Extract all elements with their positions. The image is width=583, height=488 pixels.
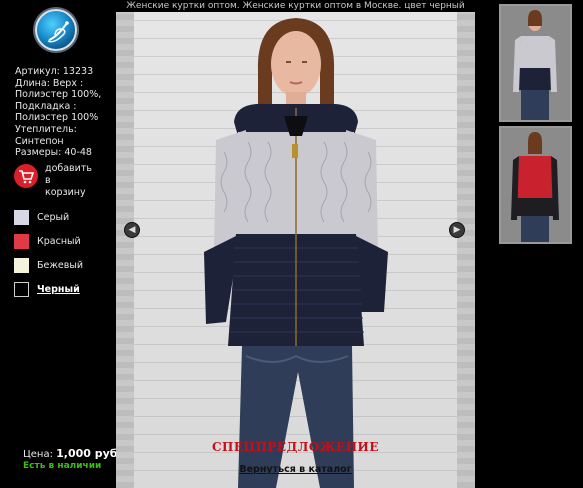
image-caption: Женские куртки оптом. Женские куртки опт… <box>126 1 465 11</box>
color-label: Красный <box>37 236 81 247</box>
size-range: Размеры: 40-48 <box>15 147 92 159</box>
previous-image-button[interactable]: ◀ <box>124 222 140 238</box>
article-number: Артикул: 13233 <box>15 66 94 77</box>
material-description: Длина: Верх : Полиэстер 100%, Подкладка … <box>15 77 102 124</box>
site-logo[interactable] <box>35 9 77 51</box>
color-options: Серый Красный Бежевый Черный <box>14 210 114 306</box>
thumbnail-grey[interactable] <box>499 4 572 122</box>
color-swatch <box>14 282 29 297</box>
chevron-right-icon: ▶ <box>453 225 461 235</box>
thumbnail-image <box>501 128 570 242</box>
color-swatch <box>14 234 29 249</box>
model-photo <box>204 18 388 488</box>
color-swatch <box>14 210 29 225</box>
color-label: Бежевый <box>37 260 84 271</box>
add-to-cart-label: добавить в корзину <box>45 163 92 198</box>
shopping-cart-icon <box>14 164 38 188</box>
add-to-cart-button[interactable]: добавить в корзину <box>14 163 114 203</box>
color-option-black[interactable]: Черный <box>14 282 114 306</box>
color-option-red[interactable]: Красный <box>14 234 114 258</box>
product-image-viewer[interactable]: ◀ ▶ СПЕЦПРЕДЛОЖЕНИЕ Вернуться в каталог <box>116 12 475 488</box>
chevron-left-icon: ◀ <box>128 225 136 235</box>
color-swatch <box>14 258 29 273</box>
product-info: Артикул: 13233 Длина: Верх : Полиэстер 1… <box>15 66 115 159</box>
color-option-grey[interactable]: Серый <box>14 210 114 234</box>
thumbnail-red[interactable] <box>499 126 572 244</box>
price-value: 1,000 руб. <box>56 447 122 460</box>
special-offer-label: СПЕЦПРЕДЛОЖЕНИЕ <box>211 440 380 454</box>
insulation: Утеплитель: Синтепон <box>15 123 77 147</box>
color-label: Серый <box>37 212 70 223</box>
color-option-beige[interactable]: Бежевый <box>14 258 114 282</box>
needle-thread-icon <box>47 21 69 43</box>
price: Цена: 1,000 руб. <box>23 447 122 460</box>
color-label: Черный <box>37 284 80 295</box>
next-image-button[interactable]: ▶ <box>449 222 465 238</box>
stock-status: Есть в наличии <box>23 461 102 471</box>
price-label: Цена: <box>23 449 53 460</box>
back-to-catalog-link[interactable]: Вернуться в каталог <box>116 464 475 475</box>
thumbnail-image <box>501 6 570 120</box>
